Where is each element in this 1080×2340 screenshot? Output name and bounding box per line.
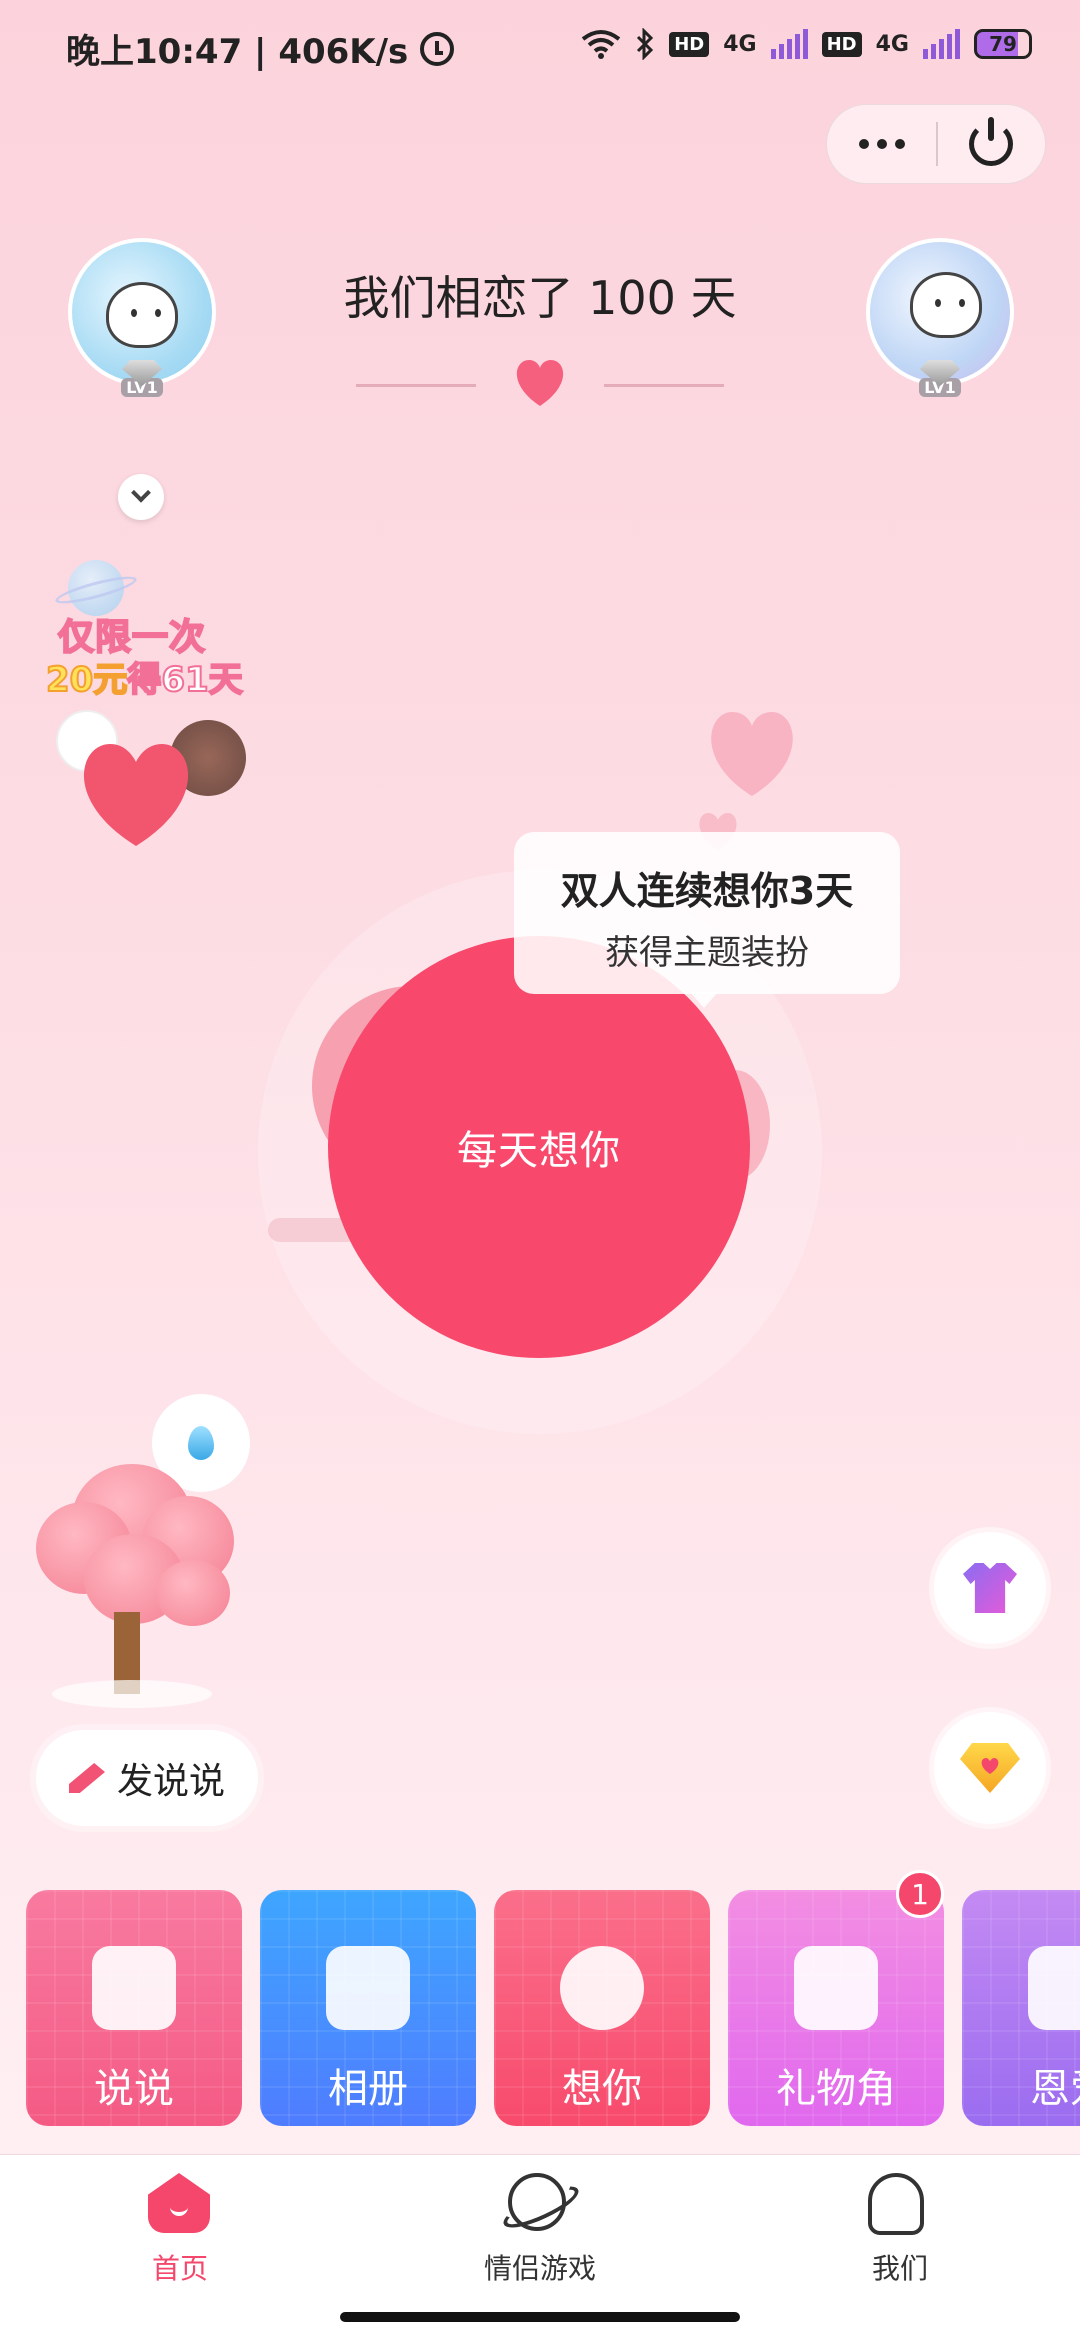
tooltip-title: 双人连续想你3天 bbox=[560, 869, 854, 913]
status-right: HD 4G HD 4G 79 bbox=[581, 28, 1032, 60]
heart-icon bbox=[516, 360, 564, 406]
tab-label: 情侣游戏 bbox=[483, 2252, 596, 2285]
expand-button[interactable] bbox=[118, 474, 164, 520]
tree-crown bbox=[156, 1560, 230, 1626]
power-icon bbox=[969, 117, 1014, 166]
card-miss-you[interactable]: 想你 bbox=[494, 1890, 710, 2126]
hd-badge-2: HD bbox=[821, 31, 862, 57]
miss-you-button[interactable]: 每天想你 bbox=[328, 936, 750, 1358]
card-label: 礼物角 bbox=[776, 2066, 896, 2112]
network-4g-1: 4G bbox=[723, 31, 757, 57]
miniprogram-capsule bbox=[826, 104, 1046, 184]
tree-ground bbox=[52, 1680, 212, 1708]
post-status-label: 发说说 bbox=[116, 1761, 225, 1802]
pencil-icon bbox=[68, 1763, 105, 1793]
hd-badge-1: HD bbox=[669, 31, 710, 57]
home-icon bbox=[148, 2173, 210, 2233]
wifi-icon bbox=[581, 30, 621, 59]
power-button[interactable] bbox=[938, 104, 1045, 184]
card-label: 恩爱 bbox=[1030, 2066, 1080, 2112]
status-bar: 晚上10:47 | 406K/s HD 4G HD 4G 79 bbox=[0, 0, 1080, 96]
tooltip-subtitle: 获得主题装扮 bbox=[605, 933, 809, 973]
divider-left bbox=[356, 384, 476, 387]
diamond-icon bbox=[960, 1743, 1020, 1793]
dress-up-button[interactable] bbox=[934, 1532, 1046, 1644]
photo-album-icon bbox=[326, 1946, 410, 2030]
promo-banner[interactable]: 仅限一次 20元得61天 bbox=[40, 560, 250, 850]
tshirt-icon bbox=[963, 1563, 1017, 1613]
floating-heart-icon bbox=[711, 712, 793, 796]
level-badge-left: LV1 bbox=[115, 360, 169, 400]
status-left: 晚上10:47 | 406K/s bbox=[66, 24, 455, 73]
card-gift-corner[interactable]: 礼物角 bbox=[728, 1890, 944, 2126]
tab-us[interactable]: 我们 bbox=[810, 2173, 990, 2287]
gift-icon bbox=[794, 1946, 878, 2030]
love-days-title: 我们相恋了 100 天 bbox=[343, 271, 737, 325]
gift-notification-badge: 1 bbox=[896, 1870, 944, 1918]
post-status-button[interactable]: 发说说 bbox=[36, 1730, 258, 1826]
signal-icon-1 bbox=[770, 29, 808, 59]
signal-icon-2 bbox=[923, 29, 960, 59]
chevron-down-icon bbox=[131, 482, 151, 503]
heart-illustration bbox=[83, 744, 189, 846]
level-badge-right: LV1 bbox=[913, 360, 967, 400]
tab-home[interactable]: 首页 bbox=[90, 2173, 270, 2287]
more-icon[interactable] bbox=[827, 104, 936, 184]
status-time: 晚上10:47 | 406K/s bbox=[66, 32, 409, 72]
card-label: 想你 bbox=[562, 2066, 642, 2112]
card-album[interactable]: 相册 bbox=[260, 1890, 476, 2126]
tab-label: 我们 bbox=[871, 2252, 928, 2285]
ghost-icon bbox=[868, 2173, 924, 2235]
tab-couple-games[interactable]: 情侣游戏 bbox=[450, 2173, 630, 2287]
water-drop-icon bbox=[188, 1426, 214, 1460]
bluetooth-icon bbox=[637, 28, 654, 60]
card-label: 相册 bbox=[328, 2066, 408, 2112]
divider-right bbox=[604, 384, 724, 387]
card-affection[interactable]: 恩爱 bbox=[962, 1890, 1080, 2126]
home-indicator bbox=[340, 2312, 740, 2322]
heart-check-icon bbox=[560, 1946, 644, 2030]
battery-indicator: 79 bbox=[974, 29, 1032, 59]
network-4g-2: 4G bbox=[875, 31, 909, 57]
promo-price: 20元 bbox=[45, 659, 128, 701]
chat-bubble-icon bbox=[92, 1946, 176, 2030]
card-label: 说说 bbox=[94, 2066, 174, 2112]
planet-icon bbox=[508, 2173, 566, 2231]
tab-label: 首页 bbox=[151, 2252, 208, 2285]
promo-rest: 得61天 bbox=[126, 659, 243, 701]
card-moments[interactable]: 说说 bbox=[26, 1890, 242, 2126]
vip-button[interactable] bbox=[934, 1712, 1046, 1824]
love-tree[interactable] bbox=[32, 1394, 250, 1710]
promo-line2: 20元得61天 bbox=[45, 652, 244, 701]
mascot-face bbox=[910, 272, 982, 338]
alarm-icon bbox=[420, 31, 455, 66]
feature-cards: 说说 相册 想你 礼物角 恩爱 bbox=[26, 1890, 1080, 2130]
shield-heart-icon bbox=[1028, 1946, 1080, 2030]
mascot-face bbox=[106, 282, 178, 348]
streak-tooltip: 双人连续想你3天 获得主题装扮 bbox=[514, 832, 900, 1008]
